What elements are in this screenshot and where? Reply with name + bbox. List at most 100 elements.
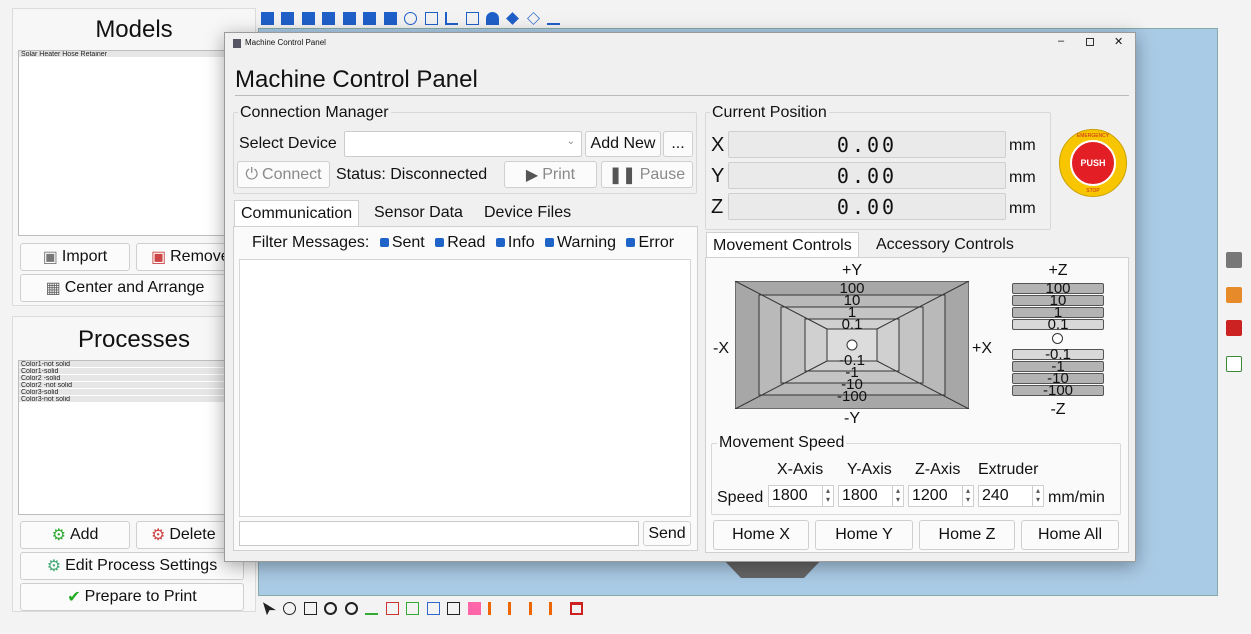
layer-tool-icon[interactable] [1226,287,1242,303]
view-iso-icon[interactable] [383,12,397,26]
list-item[interactable]: Color2 -not solid [19,382,229,389]
edit-process-settings-button[interactable]: ⚙ Edit Process Settings [20,552,244,580]
z-home-dot[interactable] [1052,333,1063,344]
axes-icon[interactable] [445,12,459,26]
speed-y-spinbox[interactable]: 1800 ▴ ▾ [838,485,904,507]
wireframe-icon[interactable] [465,12,479,26]
paint-color-icon[interactable] [508,602,521,616]
maximize-icon[interactable] [1086,38,1094,46]
paint-support-icon[interactable] [528,602,542,616]
list-item[interactable]: Color1-not solid [19,361,229,368]
view-left-icon[interactable] [301,12,315,26]
view-right-icon[interactable] [322,12,336,26]
shaded-icon[interactable] [485,12,499,26]
movement-speed-title: Movement Speed [717,434,847,452]
trash-icon[interactable] [569,602,583,616]
support-icon[interactable] [467,602,481,616]
remove-button[interactable]: ▣ Remove [136,243,236,271]
warning-checkbox[interactable] [545,238,555,247]
delete-process-button[interactable]: ⚙ Delete [136,521,236,549]
pause-button[interactable]: ❚❚ Pause [601,161,693,188]
add-object-icon[interactable] [1226,252,1242,268]
view-top-icon[interactable] [342,12,356,26]
remove-icon: ▣ [151,249,167,266]
list-item[interactable]: Color3-solid [19,389,229,396]
chevron-down-icon: ⌄ [566,136,575,147]
axis-x-unit: mm [1009,137,1036,154]
minimize-icon[interactable]: – [1058,35,1064,47]
speed-z-spinbox[interactable]: 1200 ▴ ▾ [908,485,974,507]
z-jog-column: +Z 100 10 1 0.1 -0.1 -1 -10 -100 -Z [1012,261,1104,431]
solid-icon[interactable] [506,12,520,26]
stepper-arrows-icon[interactable]: ▴ ▾ [962,486,973,506]
stepper-arrows-icon[interactable]: ▴ ▾ [892,486,903,506]
cut-z-icon[interactable] [426,602,440,616]
read-checkbox[interactable] [435,238,445,247]
plus-y-label: +Y [842,262,863,279]
scale-icon[interactable] [303,602,317,616]
select-icon[interactable] [263,602,276,616]
add-new-button[interactable]: Add New [585,131,661,157]
view-bottom-icon[interactable] [363,12,377,26]
message-log[interactable] [239,259,691,517]
object-color-icon[interactable] [1226,320,1242,336]
tab-accessory-controls[interactable]: Accessory Controls [870,232,1020,258]
paint-icon[interactable] [487,602,501,616]
tab-movement-controls[interactable]: Movement Controls [706,232,859,259]
speed-x-spinbox[interactable]: 1800 ▴ ▾ [768,485,834,507]
mirror-icon[interactable] [344,602,358,616]
emergency-stop-button[interactable]: EMERGENCY PUSH STOP [1059,129,1127,197]
list-item[interactable]: Solar Heater Hose Retainer [19,51,229,58]
plate-icon[interactable] [547,12,561,26]
stepper-arrows-icon[interactable]: ▴ ▾ [822,486,833,506]
message-input[interactable] [239,521,639,546]
speed-extruder-spinbox[interactable]: 240 ▴ ▾ [978,485,1044,507]
view-back-icon[interactable] [281,12,295,26]
tab-sensor-data[interactable]: Sensor Data [368,200,469,226]
power-icon: ⏻ [245,165,259,183]
list-item[interactable]: Color3-not solid [19,396,229,403]
xy-home-dot[interactable] [846,339,858,351]
move-icon[interactable] [283,602,297,616]
home-x-button[interactable]: Home X [713,520,809,550]
add-process-button[interactable]: ⚙ Add [20,521,130,549]
cut-y-icon[interactable] [406,602,420,616]
models-list[interactable]: Solar Heater Hose Retainer [18,50,230,236]
split-icon[interactable] [447,602,461,616]
info-checkbox[interactable] [495,238,505,247]
more-options-button[interactable]: ... [663,131,693,157]
print-button[interactable]: ▶ Print [504,161,597,188]
home-y-button[interactable]: Home Y [815,520,913,550]
rotate-icon[interactable] [324,602,338,616]
perspective-icon[interactable] [424,12,438,26]
list-item[interactable]: Color1-solid [19,368,229,375]
sent-checkbox[interactable] [379,238,389,247]
place-face-icon[interactable] [365,602,379,616]
axis-z-unit: mm [1009,200,1036,217]
view-front-icon[interactable] [261,12,274,26]
processes-list[interactable]: Color1-not solid Color1-solid Color2 -so… [18,360,230,515]
tab-communication[interactable]: Communication [234,200,360,227]
cut-x-icon[interactable] [385,602,399,616]
orthographic-icon[interactable] [404,12,418,26]
minus-y-label: -Y [844,410,860,427]
home-all-button[interactable]: Home All [1021,520,1119,550]
prepare-to-print-button[interactable]: ✔ Prepare to Print [20,583,244,611]
close-icon[interactable]: ✕ [1114,35,1123,48]
connect-button[interactable]: ⏻ Connect [237,161,330,188]
outline-icon[interactable] [526,12,540,26]
stepper-arrows-icon[interactable]: ▴ ▾ [1032,486,1043,506]
error-checkbox[interactable] [626,238,636,247]
send-button[interactable]: Send [643,521,691,546]
home-z-button[interactable]: Home Z [919,520,1015,550]
import-button[interactable]: ▣ Import [20,243,130,271]
center-arrange-button[interactable]: ▦ Center and Arrange [20,274,230,302]
tab-device-files[interactable]: Device Files [478,200,577,226]
delete-icon: ⚙ [151,527,166,544]
list-item[interactable]: Color2 -solid [19,375,229,382]
dialog-app-icon [233,39,241,48]
minus-x-label: -X [713,340,729,357]
stats-icon[interactable] [1226,356,1242,372]
paint-seam-icon[interactable] [549,602,562,616]
device-select[interactable]: ⌄ [344,131,582,157]
